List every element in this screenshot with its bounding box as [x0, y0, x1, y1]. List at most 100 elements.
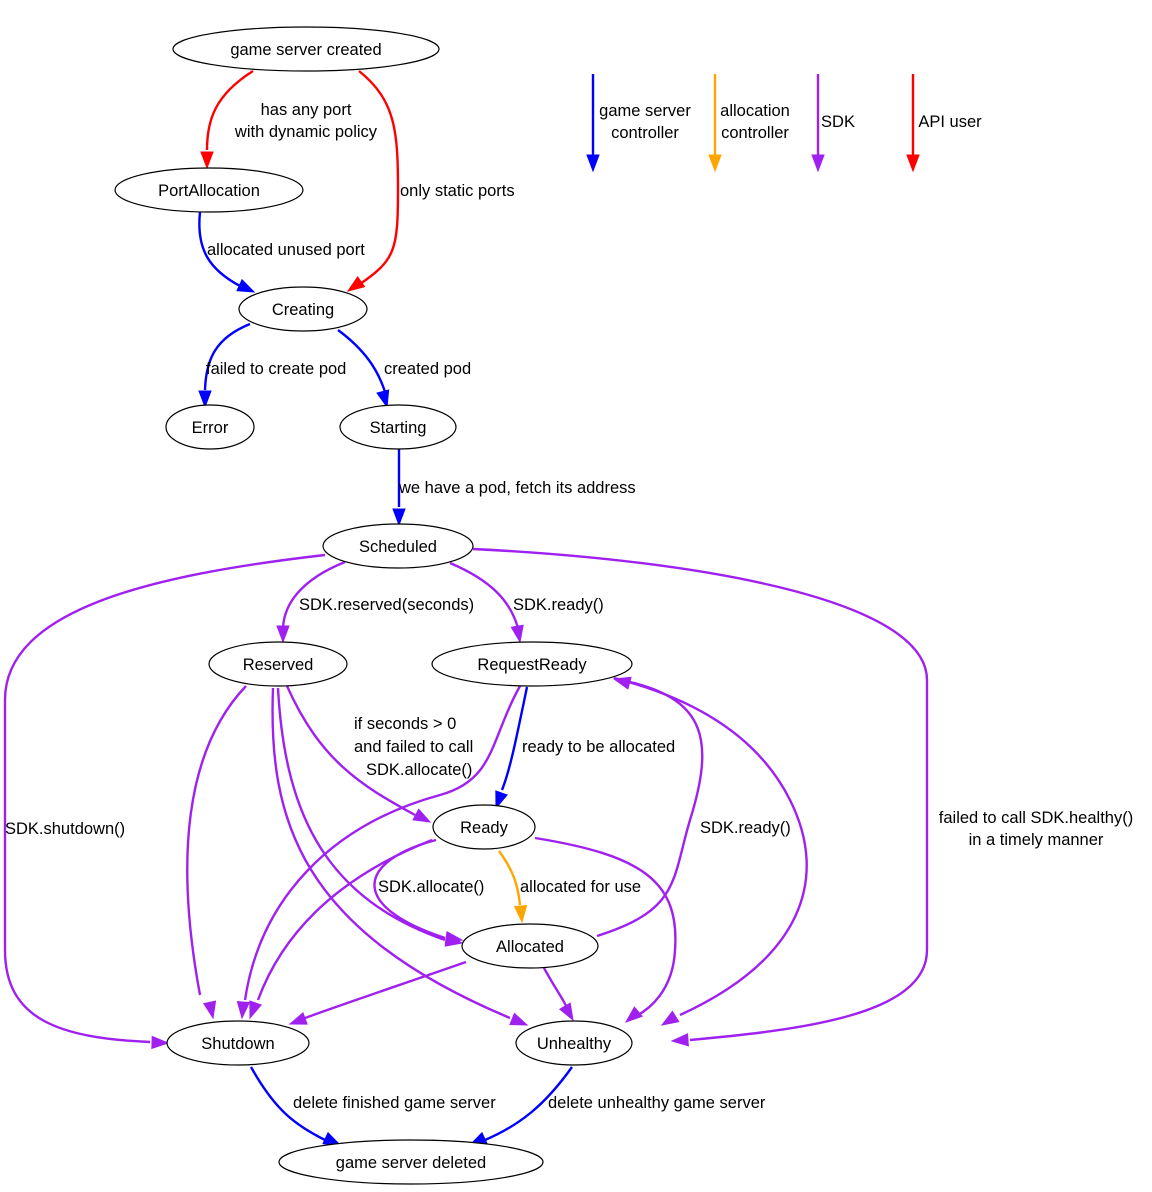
- edge-label: ready to be allocated: [522, 738, 675, 756]
- state-label: RequestReady: [477, 656, 587, 674]
- edge-ready-to-shutdown: [249, 838, 433, 1020]
- edge-allocated-to-unhealthy: [542, 967, 574, 1022]
- state-label: Error: [192, 419, 229, 437]
- arrowhead-icon: [236, 1000, 251, 1020]
- legend-label: SDK: [821, 113, 855, 131]
- arrowhead-icon: [202, 1000, 217, 1020]
- legend-sdk: SDK: [811, 74, 855, 173]
- state-node-unhealthy: Unhealthy: [515, 1020, 633, 1066]
- state-node-game-server-created: game server created: [172, 26, 440, 72]
- edge-line: [596, 680, 704, 938]
- edge-label: SDK.allocate(): [378, 878, 484, 896]
- state-label: Unhealthy: [537, 1035, 612, 1053]
- state-node-scheduled: Scheduled: [322, 523, 474, 569]
- arrowhead-icon: [392, 508, 406, 527]
- state-diagram: game server created PortAllocation Creatin…: [3, 26, 1133, 1185]
- edge-label: created pod: [384, 360, 471, 378]
- legend-label: allocation: [720, 102, 790, 120]
- arrowhead-icon: [288, 1012, 308, 1025]
- arrowhead-icon: [660, 1010, 680, 1026]
- edge-label: allocated unused port: [207, 241, 365, 259]
- state-label: Allocated: [496, 938, 564, 956]
- legend-label: game server: [599, 102, 691, 120]
- edge-label: only static ports: [400, 182, 515, 200]
- edge-line: [542, 967, 570, 1011]
- state-label: Shutdown: [201, 1035, 274, 1053]
- legend-arrow-icon: [708, 154, 722, 173]
- arrowhead-icon: [200, 151, 214, 170]
- state-node-allocated: Allocated: [461, 923, 599, 969]
- state-label: Starting: [370, 419, 427, 437]
- state-node-shutdown: Shutdown: [166, 1020, 310, 1066]
- edge-label: we have a pod, fetch its address: [398, 479, 636, 497]
- edge-label: delete unhealthy game server: [548, 1094, 766, 1112]
- legend-arrow-icon: [906, 154, 920, 173]
- edge-scheduled-to-unhealthy: [472, 547, 929, 1047]
- edge-line: [358, 70, 400, 285]
- edge-label: and failed to call: [354, 738, 473, 756]
- arrowhead-icon: [276, 625, 290, 644]
- arrowhead-icon: [624, 1006, 643, 1023]
- state-label: Creating: [272, 301, 334, 319]
- state-node-port-allocation: PortAllocation: [114, 167, 304, 213]
- edge-game-server-created-to-port-allocation: [200, 69, 254, 170]
- edge-request-ready-to-shutdown: [236, 685, 522, 1020]
- edge-allocated-to-shutdown: [288, 960, 467, 1025]
- edge-label: failed to call SDK.healthy(): [939, 809, 1133, 827]
- legend-label: controller: [721, 124, 789, 142]
- state-label: Reserved: [243, 656, 314, 674]
- edge-label: SDK.allocate(): [366, 761, 472, 779]
- edge-line: [304, 960, 467, 1020]
- edge-line: [203, 322, 251, 391]
- edge-request-ready-to-unhealthy: [613, 676, 808, 1026]
- arrowhead-icon: [612, 676, 632, 690]
- arrowhead-icon: [558, 1002, 574, 1022]
- edge-line: [613, 676, 808, 1017]
- arrowhead-icon: [510, 624, 524, 644]
- state-node-starting: Starting: [339, 404, 457, 450]
- arrowhead-icon: [509, 1012, 529, 1026]
- edge-label: SDK.shutdown(): [5, 820, 125, 838]
- state-label: game server deleted: [336, 1154, 486, 1172]
- edge-label: delete finished game server: [293, 1094, 496, 1112]
- legend-game-server-controller: game server controller: [586, 74, 691, 173]
- edge-label: has any port: [261, 101, 352, 119]
- edge-line: [256, 838, 433, 1001]
- legend-allocation-controller: allocation controller: [708, 74, 790, 173]
- state-label: Ready: [460, 819, 508, 837]
- legend-label: controller: [611, 124, 679, 142]
- edge-line: [281, 560, 346, 629]
- state-node-error: Error: [165, 404, 255, 450]
- arrowhead-icon: [412, 808, 432, 823]
- legend-api-user: API user: [906, 74, 982, 173]
- edge-reserved-to-shutdown: [186, 685, 247, 1020]
- edge-label: in a timely manner: [969, 831, 1104, 849]
- edge-line: [186, 685, 247, 996]
- arrowhead-icon: [376, 389, 390, 409]
- edge-label: SDK.reserved(seconds): [299, 596, 474, 614]
- state-node-creating: Creating: [238, 286, 368, 332]
- edge-scheduled-to-shutdown: [3, 553, 326, 1050]
- arrowhead-icon: [151, 1035, 170, 1050]
- legend-arrow-icon: [586, 154, 600, 173]
- edge-label: with dynamic policy: [234, 123, 378, 141]
- edge-label: SDK.ready(): [700, 819, 791, 837]
- arrowhead-icon: [236, 278, 256, 293]
- edge-label: if seconds > 0: [354, 715, 456, 733]
- arrowhead-icon: [346, 276, 366, 292]
- edge-label: SDK.ready(): [513, 596, 604, 614]
- state-node-request-ready: RequestReady: [431, 641, 633, 687]
- arrowhead-icon: [249, 1000, 262, 1020]
- arrowhead-icon: [513, 904, 528, 924]
- legend-label: API user: [918, 113, 982, 131]
- state-node-game-server-deleted: game server deleted: [278, 1139, 544, 1185]
- state-node-reserved: Reserved: [208, 641, 348, 687]
- edge-label: failed to create pod: [206, 360, 346, 378]
- state-label: PortAllocation: [158, 182, 260, 200]
- edge-label: allocated for use: [520, 878, 641, 896]
- state-label: game server created: [230, 41, 381, 59]
- state-label: Scheduled: [359, 538, 437, 556]
- state-node-ready: Ready: [432, 804, 536, 850]
- arrowhead-icon: [670, 1033, 689, 1047]
- edge-line: [498, 850, 522, 906]
